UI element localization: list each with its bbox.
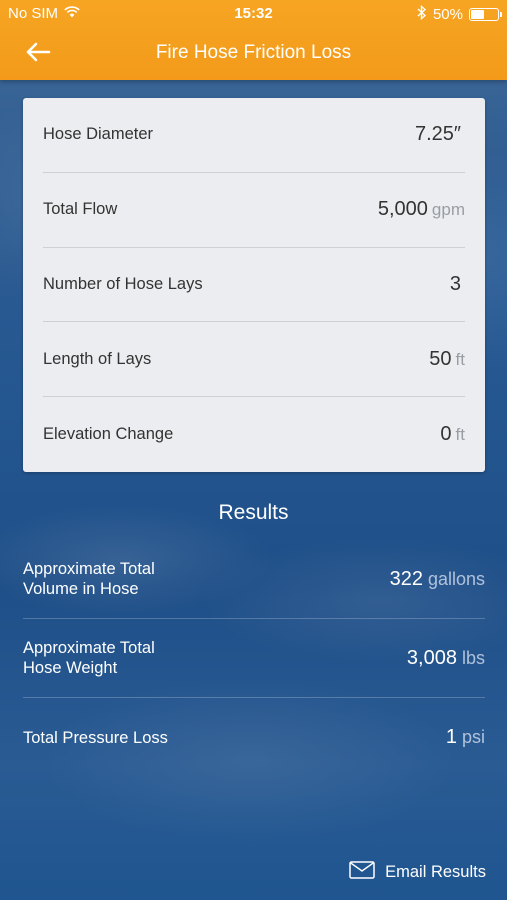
result-row-volume: Approximate Total Volume in Hose 322 gal… bbox=[23, 540, 485, 619]
value-number: 5,000 bbox=[377, 198, 428, 221]
page-title: Fire Hose Friction Loss bbox=[155, 42, 352, 63]
input-row-total-flow[interactable]: Total Flow 5,000 gpm bbox=[43, 173, 465, 248]
results-title: Results bbox=[218, 501, 289, 524]
result-label-line2: Volume in Hose bbox=[23, 580, 139, 598]
value-unit: gpm bbox=[431, 200, 465, 220]
input-label: Elevation Change bbox=[43, 425, 174, 444]
input-value: 7.25″ bbox=[415, 123, 465, 146]
input-label: Total Flow bbox=[43, 200, 118, 219]
battery-fill bbox=[471, 10, 484, 19]
bluetooth-icon bbox=[417, 4, 427, 24]
battery-percent: 50% bbox=[432, 6, 463, 23]
result-unit: gallons bbox=[427, 568, 485, 589]
result-value: 1 psi bbox=[446, 726, 485, 749]
input-value: 50 ft bbox=[429, 348, 465, 371]
status-right: 50% bbox=[417, 4, 502, 24]
status-bar: No SIM 15:32 50% bbox=[0, 0, 507, 28]
value-unit: ft bbox=[455, 349, 465, 369]
header: No SIM 15:32 50% Fire Hose Friction Loss bbox=[0, 0, 507, 80]
input-value: 5,000 gpm bbox=[378, 198, 465, 221]
input-row-elevation-change[interactable]: Elevation Change 0 ft bbox=[43, 397, 465, 472]
email-results-button[interactable]: Email Results bbox=[349, 858, 486, 886]
result-unit: lbs bbox=[461, 647, 485, 668]
value-unit: ft bbox=[455, 425, 465, 445]
input-value: 3 bbox=[450, 273, 465, 296]
input-row-hose-lays[interactable]: Number of Hose Lays 3 bbox=[43, 248, 465, 323]
battery-icon bbox=[469, 8, 502, 21]
result-number: 3,008 bbox=[406, 646, 457, 669]
result-number: 1 bbox=[445, 726, 457, 748]
input-row-length-of-lays[interactable]: Length of Lays 50 ft bbox=[43, 322, 465, 398]
result-label: Approximate Total Volume in Hose bbox=[23, 559, 203, 599]
result-label-line1: Total Pressure Loss bbox=[23, 728, 168, 747]
result-label-line1: Approximate Total bbox=[23, 560, 155, 578]
result-label: Approximate Total Hose Weight bbox=[23, 638, 203, 678]
result-label-line1: Approximate Total bbox=[23, 639, 155, 657]
envelope-icon bbox=[349, 860, 375, 884]
result-row-weight: Approximate Total Hose Weight 3,008 lbs bbox=[23, 619, 485, 698]
input-value: 0 ft bbox=[440, 423, 465, 446]
value-number: 0 bbox=[440, 423, 452, 446]
result-row-pressure-loss: Total Pressure Loss 1 psi bbox=[23, 698, 485, 777]
value-number: 3 bbox=[449, 272, 461, 295]
input-label: Length of Lays bbox=[43, 349, 152, 368]
result-number: 322 bbox=[389, 567, 423, 590]
email-results-label: Email Results bbox=[385, 862, 486, 881]
results-list: Approximate Total Volume in Hose 322 gal… bbox=[23, 540, 485, 777]
input-label: Number of Hose Lays bbox=[43, 274, 203, 293]
result-label: Total Pressure Loss bbox=[23, 728, 203, 748]
result-value: 322 gallons bbox=[390, 568, 485, 591]
result-value: 3,008 lbs bbox=[407, 647, 485, 670]
result-unit: psi bbox=[461, 727, 485, 747]
result-label-line2: Hose Weight bbox=[23, 659, 118, 677]
input-card: Hose Diameter 7.25″ Total Flow 5,000 gpm… bbox=[23, 98, 485, 472]
nav-bar: Fire Hose Friction Loss bbox=[0, 28, 507, 80]
input-label: Hose Diameter bbox=[43, 125, 154, 144]
value-number: 50 bbox=[429, 347, 452, 370]
input-row-hose-diameter[interactable]: Hose Diameter 7.25″ bbox=[43, 98, 465, 173]
value-number: 7.25″ bbox=[414, 123, 461, 146]
